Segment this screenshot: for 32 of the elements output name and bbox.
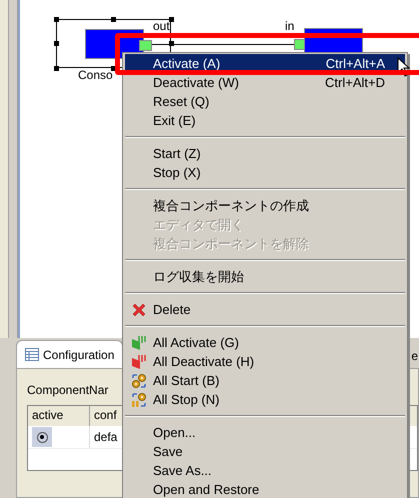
menu-item[interactable]: Save As...: [125, 461, 405, 480]
table-cell-text: defa: [93, 429, 118, 446]
field-label: ComponentNar: [27, 383, 108, 397]
menu-item[interactable]: All Stop (N): [125, 390, 405, 409]
gears-icon: [131, 392, 147, 408]
menu-item[interactable]: Deactivate (W) Ctrl+Alt+D: [125, 73, 405, 92]
panel-tab[interactable]: e: [411, 344, 419, 368]
menu-item[interactable]: Open...: [125, 423, 405, 442]
flag-icon: [131, 354, 147, 370]
menu-item[interactable]: All Deactivate (H): [125, 352, 405, 371]
cross-icon: [131, 302, 147, 318]
radio-button[interactable]: [32, 427, 52, 447]
menu-item[interactable]: 複合コンポーネントの作成: [125, 196, 405, 215]
column-header[interactable]: active: [28, 406, 90, 426]
menu-item[interactable]: Reset (Q): [125, 92, 405, 111]
component-label: Conso: [78, 69, 113, 81]
menu-item[interactable]: All Activate (G): [125, 333, 405, 352]
port-label: in: [285, 20, 294, 32]
menu-item[interactable]: Stop (X): [125, 163, 405, 182]
menu-item[interactable]: ログ収集を開始: [125, 267, 405, 286]
port-label: out: [153, 20, 170, 32]
menu-item[interactable]: Start (Z): [125, 144, 405, 163]
mouse-pointer-icon: [397, 57, 411, 77]
menu-item[interactable]: Exit (E): [125, 111, 405, 130]
menu-item[interactable]: Save: [125, 442, 405, 461]
panel-tab[interactable]: Configuration: [16, 340, 124, 368]
menu-item[interactable]: All Start (B): [125, 371, 405, 390]
table-icon: [25, 348, 39, 361]
menu-item[interactable]: Open and Restore: [125, 480, 405, 498]
menu-item[interactable]: Delete: [125, 300, 405, 319]
flag-icon: [131, 334, 147, 350]
gears-icon: [131, 372, 147, 388]
